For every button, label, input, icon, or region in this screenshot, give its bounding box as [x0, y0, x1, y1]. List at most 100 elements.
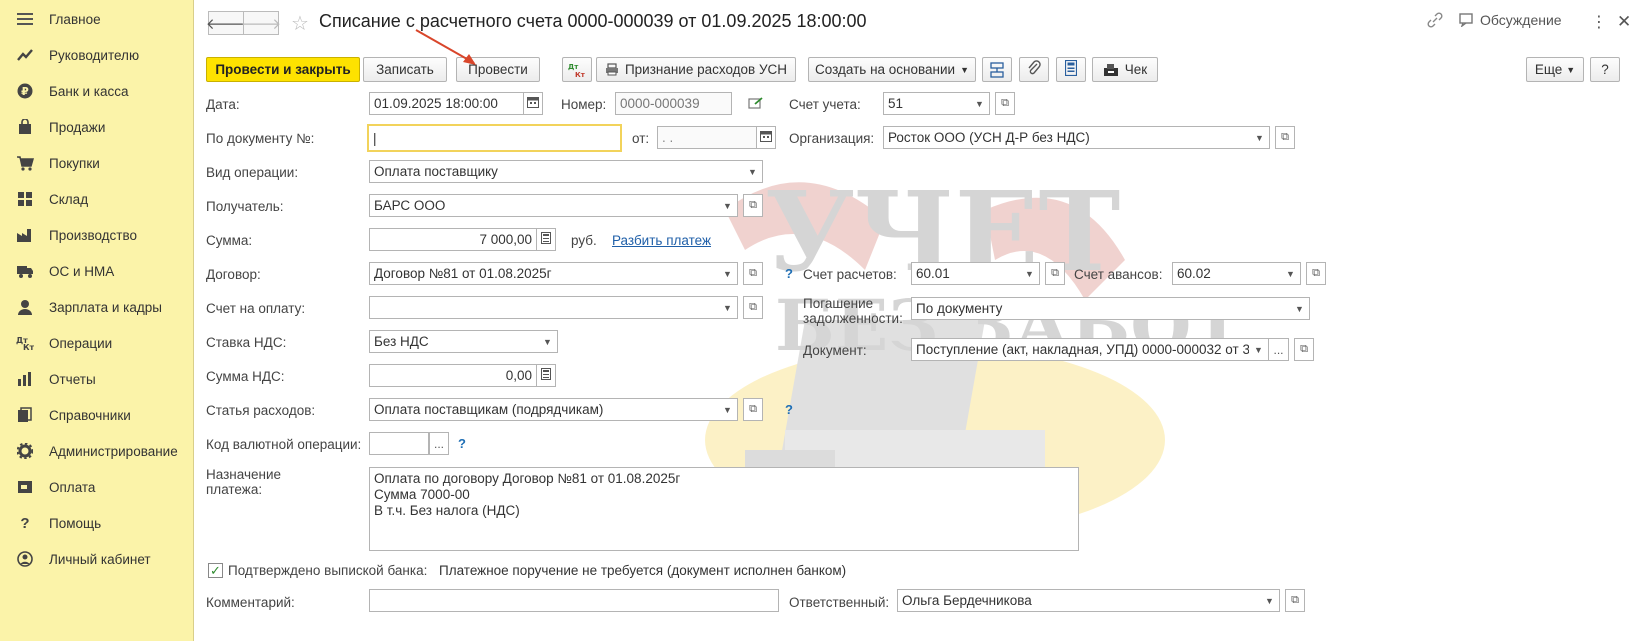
chevron-down-icon: ▼	[1566, 64, 1576, 75]
truck-icon	[16, 262, 34, 280]
vat-rate-input[interactable]: Без НДС	[369, 330, 539, 353]
purpose-line: В т.ч. Без налога (НДС)	[374, 503, 520, 518]
receipt-button[interactable]: Чек	[1092, 57, 1158, 82]
dt-kt-button[interactable]: Дт Кт	[562, 57, 592, 82]
doc-number-input[interactable]: |	[367, 124, 622, 152]
account-dropdown[interactable]: ▼	[970, 92, 990, 115]
sidebar-item-main[interactable]: Главное	[0, 5, 194, 33]
post-and-close-button[interactable]: Провести и закрыть	[206, 57, 360, 82]
number-input[interactable]: 0000-000039	[615, 92, 732, 115]
favorite-star-icon[interactable]: ☆	[291, 11, 309, 36]
purpose-textarea[interactable]: Оплата по договору Договор №81 от 01.08.…	[369, 467, 1079, 551]
sidebar-item-bank[interactable]: ₽ Банк и касса	[0, 77, 194, 105]
forward-button[interactable]: 🡒	[241, 11, 281, 35]
contract-input[interactable]: Договор №81 от 01.08.2025г	[369, 262, 719, 285]
sidebar-item-label: Покупки	[49, 155, 100, 171]
vat-rate-dropdown[interactable]: ▼	[538, 330, 558, 353]
sum-calculator-button[interactable]	[536, 228, 556, 251]
invoice-input[interactable]	[369, 296, 719, 319]
contract-open-button[interactable]: ⧉	[743, 262, 763, 285]
vat-sum-input[interactable]: 0,00	[369, 364, 537, 387]
contract-help-icon[interactable]: ?	[785, 266, 793, 281]
sidebar-item-reports[interactable]: Отчеты	[0, 365, 194, 393]
account-input[interactable]: 51	[883, 92, 971, 115]
sidebar-item-purchases[interactable]: Покупки	[0, 149, 194, 177]
responsible-dropdown[interactable]: ▼	[1260, 589, 1280, 612]
sidebar-item-payment[interactable]: Оплата	[0, 473, 194, 501]
settlement-account-input[interactable]: 60.01	[911, 262, 1021, 285]
post-button[interactable]: Провести	[456, 57, 540, 82]
currency-code-input[interactable]	[369, 432, 429, 455]
sum-input[interactable]: 7 000,00	[369, 228, 537, 251]
sidebar-item-help[interactable]: ? Помощь	[0, 509, 194, 537]
repayment-input[interactable]: По документу	[911, 297, 1291, 320]
comment-input[interactable]	[369, 589, 779, 612]
sidebar-item-assets[interactable]: ОС и НМА	[0, 257, 194, 285]
write-button[interactable]: Записать	[363, 57, 447, 82]
organization-open-button[interactable]: ⧉	[1275, 126, 1295, 149]
svg-text:Дт: Дт	[568, 63, 579, 71]
invoice-dropdown[interactable]: ▼	[718, 296, 738, 319]
organization-input[interactable]: Росток ООО (УСН Д-Р без НДС)	[883, 126, 1251, 149]
sidebar-item-admin[interactable]: Администрирование	[0, 437, 194, 465]
repayment-dropdown[interactable]: ▼	[1290, 297, 1310, 320]
more-vertical-icon[interactable]: ⋮	[1591, 12, 1607, 32]
currency-code-select-button[interactable]: ...	[429, 432, 449, 455]
calculator-icon	[541, 368, 551, 383]
date-input[interactable]: 01.09.2025 18:00:00	[369, 92, 524, 115]
sidebar-item-references[interactable]: Справочники	[0, 401, 194, 429]
recipient-open-button[interactable]: ⧉	[743, 194, 763, 217]
document-open-button[interactable]: ⧉	[1294, 338, 1314, 361]
advance-account-open-button[interactable]: ⧉	[1306, 262, 1326, 285]
account-open-button[interactable]: ⧉	[995, 92, 1015, 115]
recipient-input[interactable]: БАРС ООО	[369, 194, 719, 217]
usn-expense-button[interactable]: Признание расходов УСН	[596, 57, 796, 82]
organization-dropdown[interactable]: ▼	[1250, 126, 1270, 149]
link-icon[interactable]	[1427, 12, 1443, 28]
vat-sum-calculator-button[interactable]	[536, 364, 556, 387]
attach-button[interactable]	[1019, 57, 1049, 82]
sidebar-item-manager[interactable]: Руководителю	[0, 41, 194, 69]
back-button[interactable]: 🡐	[206, 11, 246, 35]
expense-item-dropdown[interactable]: ▼	[718, 398, 738, 421]
doc-calendar-button[interactable]	[756, 126, 776, 149]
sidebar-item-warehouse[interactable]: Склад	[0, 185, 194, 213]
sidebar-item-operations[interactable]: Дт Кт Операции	[0, 329, 194, 357]
operation-type-dropdown[interactable]: ▼	[743, 160, 763, 183]
discussion-button[interactable]: Обсуждение	[1459, 12, 1562, 28]
sidebar-item-account[interactable]: Личный кабинет	[0, 545, 194, 573]
advance-account-input[interactable]: 60.02	[1172, 262, 1282, 285]
recipient-dropdown[interactable]: ▼	[718, 194, 738, 217]
settlement-account-dropdown[interactable]: ▼	[1020, 262, 1040, 285]
close-icon[interactable]: ✕	[1617, 12, 1631, 32]
document-input[interactable]: Поступление (акт, накладная, УПД) 0000-0…	[911, 338, 1250, 361]
sidebar-item-salary[interactable]: Зарплата и кадры	[0, 293, 194, 321]
operation-type-input[interactable]: Оплата поставщику	[369, 160, 744, 183]
sidebar-item-production[interactable]: Производство	[0, 221, 194, 249]
expense-item-input[interactable]: Оплата поставщикам (подрядчикам)	[369, 398, 719, 421]
bank-confirmed-checkbox[interactable]: ✓	[208, 563, 223, 578]
settlement-account-open-button[interactable]: ⧉	[1045, 262, 1065, 285]
responsible-open-button[interactable]: ⧉	[1285, 589, 1305, 612]
open-icon: ⧉	[1001, 97, 1009, 109]
calculator-button[interactable]	[1056, 57, 1086, 82]
expense-help-icon[interactable]: ?	[785, 402, 793, 417]
contract-dropdown[interactable]: ▼	[718, 262, 738, 285]
document-select-button[interactable]: ...	[1269, 338, 1289, 361]
more-button[interactable]: Еще ▼	[1526, 57, 1584, 82]
ruble-coin-icon: ₽	[16, 82, 34, 100]
document-dropdown[interactable]: ▼	[1249, 338, 1269, 361]
expense-item-open-button[interactable]: ⧉	[743, 398, 763, 421]
advance-account-dropdown[interactable]: ▼	[1281, 262, 1301, 285]
create-basis-button[interactable]: Создать на основании ▼	[808, 57, 976, 82]
sidebar-item-sales[interactable]: Продажи	[0, 113, 194, 141]
currency-code-help-icon[interactable]: ?	[458, 436, 466, 451]
number-edit-icon[interactable]	[748, 96, 764, 113]
responsible-input[interactable]: Ольга Бердечникова	[897, 589, 1261, 612]
doc-date-input[interactable]: . .	[657, 126, 757, 149]
calendar-button[interactable]	[523, 92, 543, 115]
split-payment-link[interactable]: Разбить платеж	[612, 233, 711, 248]
structure-button[interactable]	[982, 57, 1012, 82]
invoice-open-button[interactable]: ⧉	[743, 296, 763, 319]
help-button[interactable]: ?	[1590, 57, 1620, 82]
